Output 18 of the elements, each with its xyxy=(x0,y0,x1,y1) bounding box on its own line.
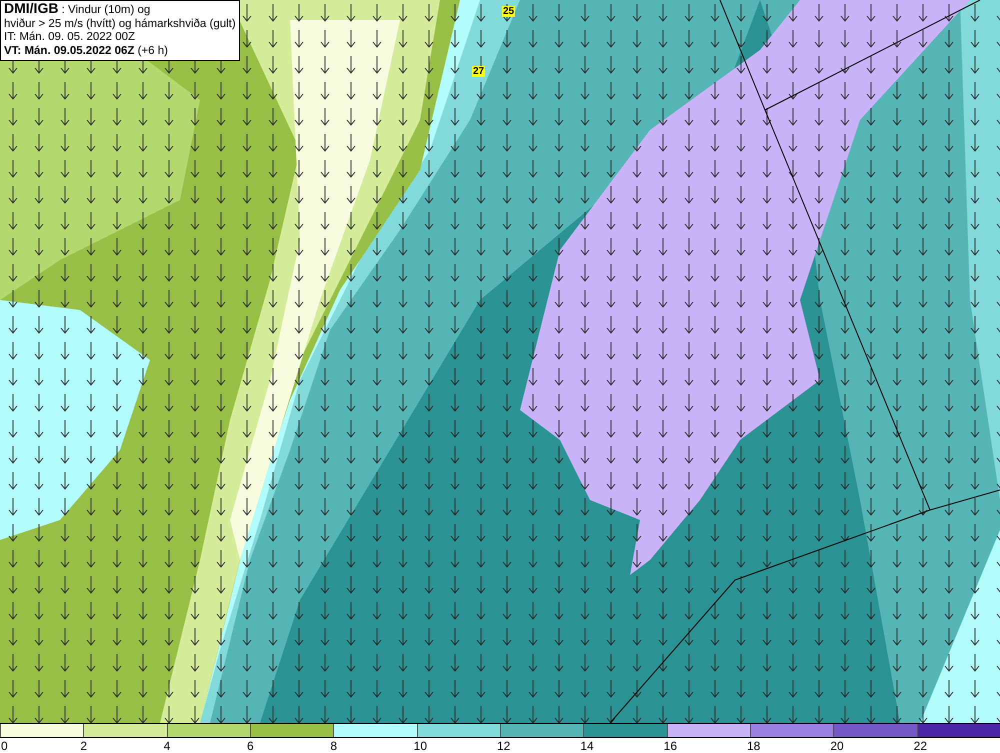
scale-label: 12 xyxy=(497,738,510,753)
scale-label: 0 xyxy=(1,738,8,753)
scale-label: 22 xyxy=(914,738,928,753)
scale-label: 8 xyxy=(330,738,338,753)
scale-label: 10 xyxy=(414,738,428,753)
title-line: VT: Mán. 09.05.2022 06Z (+6 h) xyxy=(4,44,169,58)
scale-label: 2 xyxy=(80,738,88,753)
scale-label: 18 xyxy=(747,738,760,753)
title-line: hviður > 25 m/s (hvítt) og hámarkshviða (gult) xyxy=(4,18,236,31)
scale-label: 14 xyxy=(580,738,594,753)
scale-label: 16 xyxy=(664,738,678,753)
title-line: IT: Mán. 09. 05. 2022 00Z xyxy=(4,31,136,44)
scale-label: 20 xyxy=(830,738,844,753)
gust-value-label: 27 xyxy=(472,66,486,77)
scale-label: 6 xyxy=(247,738,254,753)
scale-label: 4 xyxy=(164,738,170,753)
gust-value-label: 25 xyxy=(502,6,516,17)
title-line: DMI/IGB : Vindur (10m) og xyxy=(4,2,152,18)
